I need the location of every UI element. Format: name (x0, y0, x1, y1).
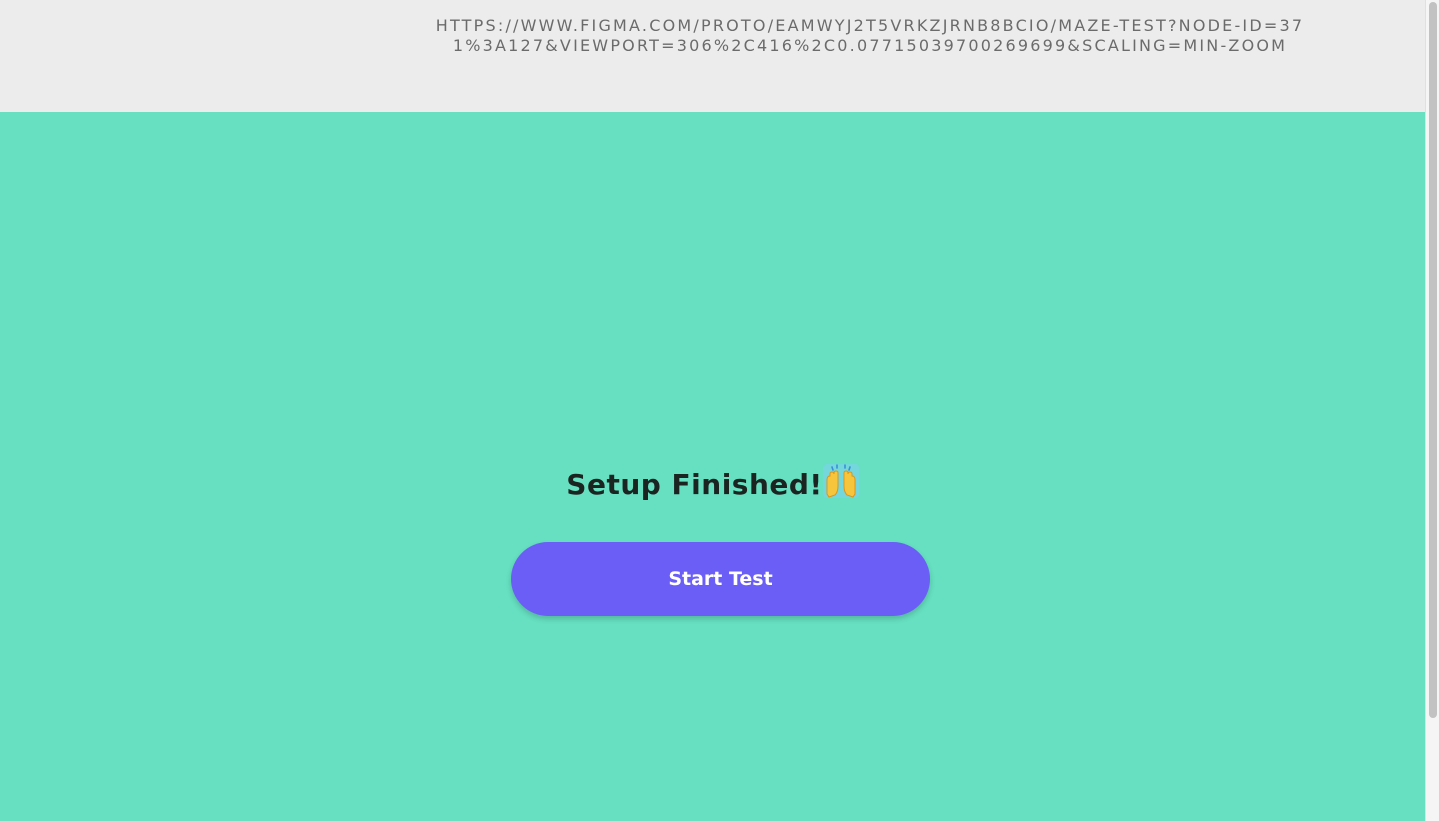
scrollbar-thumb[interactable] (1429, 2, 1437, 718)
url-header: HTTPS://WWW.FIGMA.COM/PROTO/EAMWYJ2T5VRK… (0, 0, 1425, 112)
page-title: Setup Finished! (0, 464, 1425, 505)
start-test-button[interactable]: Start Test (511, 542, 930, 616)
raising-hands-icon (822, 464, 859, 498)
vertical-scrollbar[interactable] (1425, 0, 1439, 821)
main-panel: Setup Finished! Start Test (0, 112, 1425, 821)
prototype-url: HTTPS://WWW.FIGMA.COM/PROTO/EAMWYJ2T5VRK… (435, 16, 1305, 55)
page-title-text: Setup Finished! (566, 468, 823, 501)
